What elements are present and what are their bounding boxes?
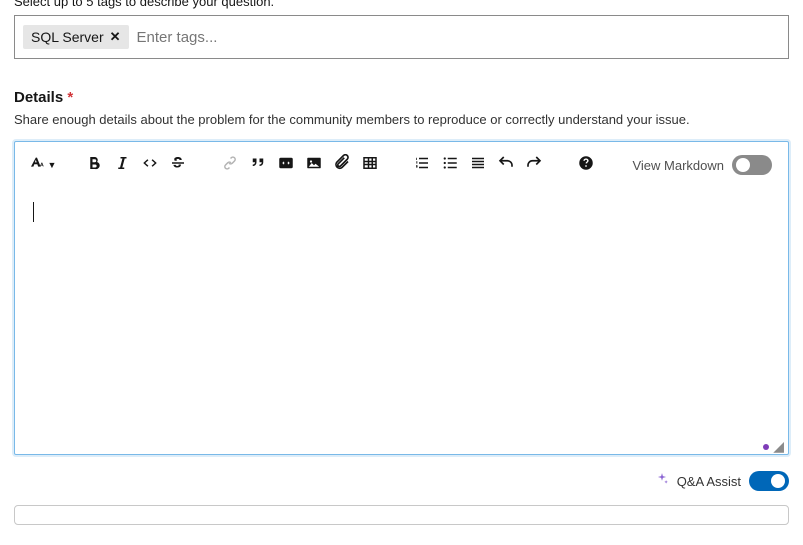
editor-resize-handle[interactable]: ◢ xyxy=(763,442,784,450)
ordered-list-button[interactable] xyxy=(411,154,433,176)
quote-button[interactable] xyxy=(247,154,269,176)
image-icon xyxy=(305,154,323,177)
strikethrough-icon xyxy=(169,154,187,177)
unordered-list-icon xyxy=(441,154,459,177)
code-inline-button[interactable] xyxy=(139,154,161,176)
bold-button[interactable] xyxy=(83,154,105,176)
sparkle-icon xyxy=(655,472,669,491)
help-button[interactable] xyxy=(575,154,597,176)
strikethrough-button[interactable] xyxy=(167,154,189,176)
unordered-list-button[interactable] xyxy=(439,154,461,176)
tag-remove-icon[interactable]: ✕ xyxy=(110,29,121,45)
next-section-box xyxy=(14,505,789,525)
italic-icon xyxy=(113,154,131,177)
code-block-button[interactable] xyxy=(275,154,297,176)
qa-assist-toggle[interactable] xyxy=(749,471,789,491)
qa-assist-row: Q&A Assist xyxy=(14,471,789,491)
code-block-icon xyxy=(277,154,295,177)
redo-button[interactable] xyxy=(523,154,545,176)
view-markdown-label: View Markdown xyxy=(632,158,724,173)
tag-chip-label: SQL Server xyxy=(31,29,104,45)
attachment-button[interactable] xyxy=(331,154,353,176)
view-markdown-toggle[interactable] xyxy=(732,155,772,175)
italic-button[interactable] xyxy=(111,154,133,176)
tag-chip-sqlserver: SQL Server ✕ xyxy=(23,25,129,49)
redo-icon xyxy=(525,154,543,177)
tags-input-box[interactable]: SQL Server ✕ xyxy=(14,15,789,59)
quote-icon xyxy=(249,154,267,177)
editor-toolbar: ▼ xyxy=(15,142,788,184)
ordered-list-icon xyxy=(413,154,431,177)
font-size-button[interactable]: ▼ xyxy=(31,154,53,176)
link-button[interactable] xyxy=(219,154,241,176)
attachment-icon xyxy=(333,154,351,177)
image-button[interactable] xyxy=(303,154,325,176)
details-label: Details * xyxy=(14,89,789,106)
paragraph-icon xyxy=(469,154,487,177)
code-brackets-icon xyxy=(141,154,159,177)
details-editor: ▼ xyxy=(14,141,789,455)
paragraph-button[interactable] xyxy=(467,154,489,176)
details-hint: Share enough details about the problem f… xyxy=(14,112,789,127)
undo-icon xyxy=(497,154,515,177)
table-button[interactable] xyxy=(359,154,381,176)
bold-icon xyxy=(85,154,103,177)
link-icon xyxy=(221,154,239,177)
undo-button[interactable] xyxy=(495,154,517,176)
editor-textarea[interactable] xyxy=(15,184,788,454)
resize-grip-icon: ◢ xyxy=(773,442,784,450)
details-label-text: Details xyxy=(14,89,63,106)
required-asterisk: * xyxy=(67,89,73,106)
resize-indicator-dot xyxy=(763,444,769,450)
toggle-knob xyxy=(771,474,785,488)
toggle-knob xyxy=(736,158,750,172)
table-icon xyxy=(361,154,379,177)
tags-hint-cutoff: Select up to 5 tags to describe your que… xyxy=(14,0,789,9)
help-icon xyxy=(577,154,595,177)
chevron-down-icon: ▼ xyxy=(48,160,57,170)
tags-text-input[interactable] xyxy=(137,29,780,46)
qa-assist-label: Q&A Assist xyxy=(677,474,741,489)
text-cursor xyxy=(33,202,34,222)
font-size-icon xyxy=(28,154,46,177)
